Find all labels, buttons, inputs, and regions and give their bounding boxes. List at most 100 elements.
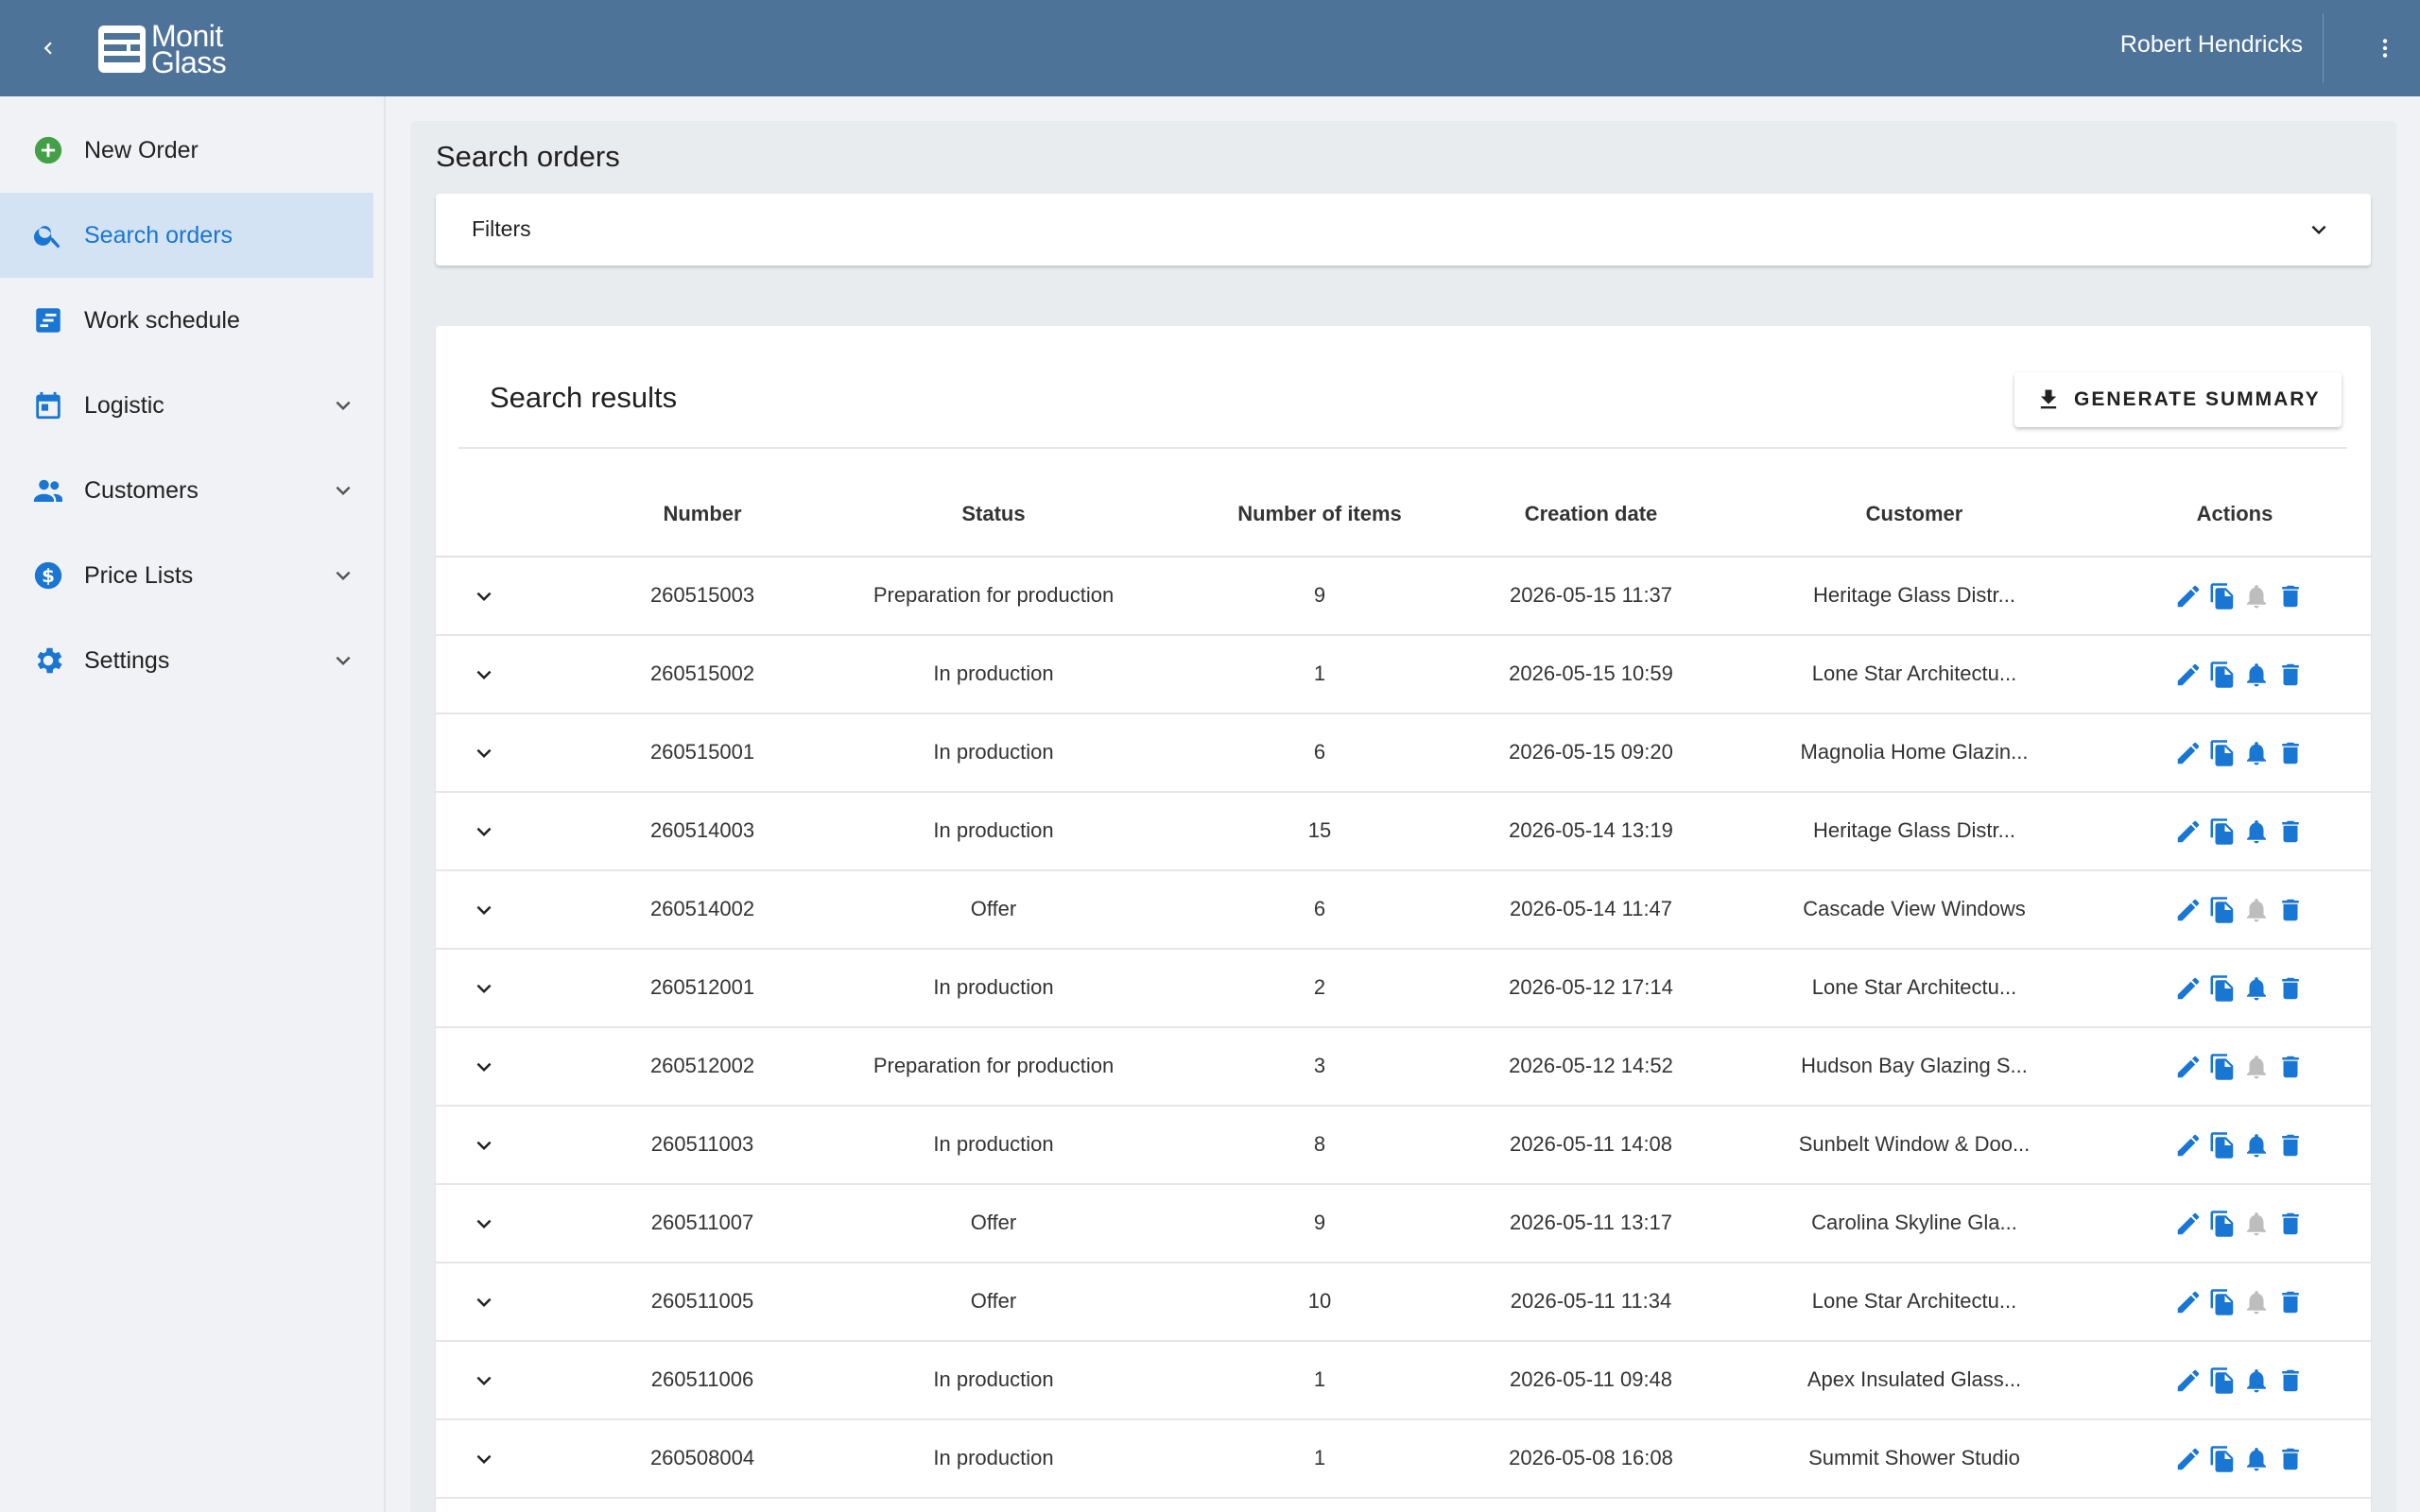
row-actions (2172, 816, 2307, 848)
edit-button[interactable] (2172, 1443, 2204, 1475)
cell-date: 2026-05-11 14:08 (1509, 1132, 1673, 1156)
more-menu-button[interactable] (2361, 25, 2409, 72)
expand-row-button[interactable] (468, 816, 500, 848)
column-header-customer[interactable]: Customer (1866, 502, 1963, 526)
expand-row-button[interactable] (468, 580, 500, 612)
edit-button[interactable] (2172, 1129, 2204, 1161)
delete-button[interactable] (2274, 659, 2307, 691)
notify-button[interactable] (2240, 1129, 2273, 1161)
column-header-number[interactable]: Number (663, 502, 741, 526)
table-row: 260511006 In production 1 2026-05-11 09:… (436, 1342, 2371, 1420)
sidebar-item-search-orders[interactable]: Search orders (0, 193, 373, 278)
delete-button[interactable] (2274, 580, 2307, 612)
delete-button[interactable] (2274, 816, 2307, 848)
filters-panel[interactable]: Filters (436, 194, 2371, 266)
expand-row-button[interactable] (468, 1365, 500, 1397)
copy-button[interactable] (2206, 580, 2238, 612)
copy-button[interactable] (2206, 972, 2238, 1005)
expand-row-button[interactable] (468, 972, 500, 1005)
sidebar-item-settings[interactable]: Settings (0, 618, 373, 703)
delete-button[interactable] (2274, 1051, 2307, 1083)
cell-number: 260514002 (649, 897, 755, 920)
pencil-icon (2177, 899, 2200, 921)
expand-row-button[interactable] (468, 659, 500, 691)
notify-button[interactable] (2240, 894, 2273, 926)
copy-button[interactable] (2206, 1443, 2238, 1475)
pencil-icon (2177, 585, 2200, 608)
copy-button[interactable] (2206, 1286, 2238, 1318)
expand-row-button[interactable] (468, 1286, 500, 1318)
generate-summary-button[interactable]: GENERATE SUMMARY (2014, 372, 2342, 427)
delete-button[interactable] (2274, 737, 2307, 769)
notify-button[interactable] (2240, 1286, 2273, 1318)
copy-button[interactable] (2206, 894, 2238, 926)
notify-button[interactable] (2240, 1365, 2273, 1397)
copy-button[interactable] (2206, 1051, 2238, 1083)
sidebar-item-customers[interactable]: Customers (0, 448, 373, 533)
user-name[interactable]: Robert Hendricks (2120, 31, 2303, 59)
notify-button[interactable] (2240, 1443, 2273, 1475)
copy-button[interactable] (2206, 1129, 2238, 1161)
cell-customer: Lone Star Architectu... (1811, 662, 2017, 685)
copy-icon (2210, 818, 2234, 845)
notify-button[interactable] (2240, 659, 2273, 691)
edit-button[interactable] (2172, 737, 2204, 769)
sidebar-item-label: Settings (84, 646, 170, 674)
notify-button[interactable] (2240, 972, 2273, 1005)
app-logo[interactable]: Monit Glass (98, 21, 227, 77)
notify-button[interactable] (2240, 580, 2273, 612)
edit-button[interactable] (2172, 894, 2204, 926)
edit-button[interactable] (2172, 1365, 2204, 1397)
delete-button[interactable] (2274, 1286, 2307, 1318)
delete-button[interactable] (2274, 972, 2307, 1005)
expand-row-button[interactable] (468, 1051, 500, 1083)
delete-button[interactable] (2274, 1208, 2307, 1240)
notify-button[interactable] (2240, 1208, 2273, 1240)
copy-button[interactable] (2206, 1208, 2238, 1240)
notify-button[interactable] (2240, 737, 2273, 769)
cell-status: Preparation for production (873, 583, 1115, 607)
delete-button[interactable] (2274, 1365, 2307, 1397)
copy-button[interactable] (2206, 659, 2238, 691)
edit-button[interactable] (2172, 972, 2204, 1005)
expand-row-button[interactable] (468, 894, 500, 926)
cell-date: 2026-05-15 11:37 (1509, 583, 1673, 607)
sidebar-item-label: Work schedule (84, 306, 240, 334)
copy-icon (2210, 975, 2234, 1002)
column-header-status[interactable]: Status (961, 502, 1025, 526)
copy-icon (2210, 1054, 2234, 1080)
sidebar-item-logistic[interactable]: Logistic (0, 363, 373, 448)
expand-row-button[interactable] (468, 1129, 500, 1161)
edit-button[interactable] (2172, 1208, 2204, 1240)
edit-button[interactable] (2172, 1286, 2204, 1318)
logo-text: Monit Glass (151, 21, 227, 77)
table-row: 260511007 Offer 9 2026-05-11 13:17 Carol… (436, 1185, 2371, 1263)
delete-button[interactable] (2274, 894, 2307, 926)
copy-button[interactable] (2206, 737, 2238, 769)
notify-button[interactable] (2240, 1051, 2273, 1083)
notify-button[interactable] (2240, 816, 2273, 848)
copy-button[interactable] (2206, 1365, 2238, 1397)
cell-items: 15 (1307, 818, 1332, 842)
expand-row-button[interactable] (468, 1208, 500, 1240)
copy-button[interactable] (2206, 816, 2238, 848)
column-header-items[interactable]: Number of items (1237, 502, 1402, 526)
chevron-down-icon (476, 827, 492, 836)
edit-button[interactable] (2172, 659, 2204, 691)
sidebar-item-work-schedule[interactable]: Work schedule (0, 278, 373, 363)
column-header-date[interactable]: Creation date (1525, 502, 1658, 526)
pencil-icon (2177, 1448, 2200, 1470)
chevron-down-icon (327, 559, 359, 592)
expand-row-button[interactable] (468, 737, 500, 769)
sidebar-item-price-lists[interactable]: $ Price Lists (0, 533, 373, 618)
edit-button[interactable] (2172, 1051, 2204, 1083)
back-button[interactable] (25, 25, 72, 72)
trash-icon (2282, 1056, 2299, 1078)
sidebar-item-new-order[interactable]: New Order (0, 108, 373, 193)
cell-items: 9 (1313, 1211, 1326, 1234)
delete-button[interactable] (2274, 1443, 2307, 1475)
expand-row-button[interactable] (468, 1443, 500, 1475)
edit-button[interactable] (2172, 580, 2204, 612)
delete-button[interactable] (2274, 1129, 2307, 1161)
edit-button[interactable] (2172, 816, 2204, 848)
